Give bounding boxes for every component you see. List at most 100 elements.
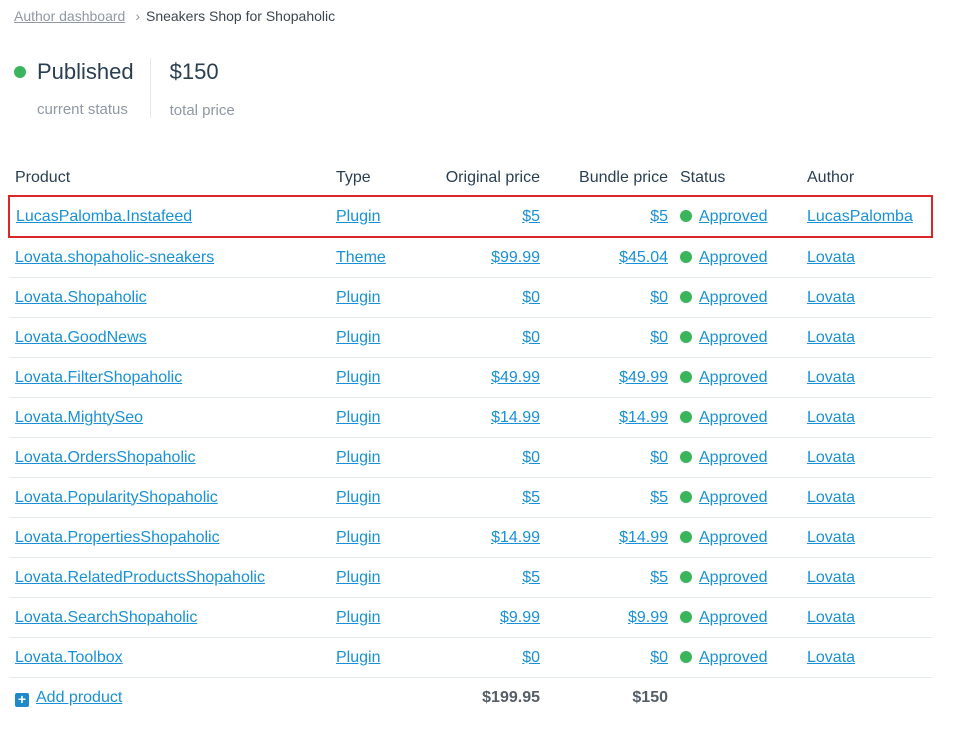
status-link[interactable]: Approved <box>699 409 768 426</box>
author-link[interactable]: Lovata <box>807 289 855 306</box>
status-dot-icon <box>680 490 692 503</box>
status-link[interactable]: Approved <box>699 609 768 626</box>
bundle-price-link[interactable]: $14.99 <box>619 529 668 546</box>
breadcrumb: Author dashboard › Sneakers Shop for Sho… <box>14 8 335 24</box>
type-link[interactable]: Plugin <box>336 529 380 546</box>
type-link[interactable]: Plugin <box>336 208 380 225</box>
product-link[interactable]: LucasPalomba.Instafeed <box>16 208 192 225</box>
bundle-price-cell: $45.04 <box>546 237 674 278</box>
author-link[interactable]: Lovata <box>807 369 855 386</box>
author-cell: Lovata <box>801 477 932 518</box>
product-link[interactable]: Lovata.GoodNews <box>15 329 147 346</box>
table-row: Lovata.SearchShopaholic Plugin $9.99 $9.99 A… <box>9 597 932 638</box>
table-row: Lovata.GoodNews Plugin $0 $0 Approved Lovata <box>9 317 932 358</box>
original-price-link[interactable]: $0 <box>522 329 540 346</box>
bundle-price-link[interactable]: $14.99 <box>619 409 668 426</box>
type-cell: Plugin <box>330 637 434 678</box>
bundle-price-link[interactable]: $49.99 <box>619 369 668 386</box>
status-cell: Approved <box>674 597 801 638</box>
product-link[interactable]: Lovata.Shopaholic <box>15 289 147 306</box>
status-link[interactable]: Approved <box>699 249 768 266</box>
status-link[interactable]: Approved <box>699 529 768 546</box>
original-price-link[interactable]: $14.99 <box>491 409 540 426</box>
status-link[interactable]: Approved <box>699 649 768 666</box>
author-link[interactable]: Lovata <box>807 329 855 346</box>
status-cell: Approved <box>674 437 801 478</box>
status-link[interactable]: Approved <box>699 208 768 225</box>
original-price-link[interactable]: $5 <box>522 489 540 506</box>
add-product-link[interactable]: Add product <box>36 689 122 706</box>
bundle-price-cell: $5 <box>546 477 674 518</box>
original-price-link[interactable]: $0 <box>522 289 540 306</box>
product-cell: Lovata.Shopaholic <box>9 277 330 318</box>
bundle-price-link[interactable]: $0 <box>650 329 668 346</box>
type-link[interactable]: Plugin <box>336 369 380 386</box>
bundle-price-link[interactable]: $0 <box>650 289 668 306</box>
status-link[interactable]: Approved <box>699 449 768 466</box>
author-link[interactable]: Lovata <box>807 249 855 266</box>
original-price-link[interactable]: $0 <box>522 449 540 466</box>
original-price-link[interactable]: $14.99 <box>491 529 540 546</box>
status-link[interactable]: Approved <box>699 329 768 346</box>
author-link[interactable]: Lovata <box>807 649 855 666</box>
author-link[interactable]: Lovata <box>807 489 855 506</box>
type-link[interactable]: Plugin <box>336 329 380 346</box>
type-link[interactable]: Plugin <box>336 489 380 506</box>
status-cell: Approved <box>674 637 801 678</box>
original-price-link[interactable]: $5 <box>522 569 540 586</box>
table-row: Lovata.PropertiesShopaholic Plugin $14.99 $… <box>9 517 932 558</box>
type-link[interactable]: Plugin <box>336 289 380 306</box>
product-cell: Lovata.OrdersShopaholic <box>9 437 330 478</box>
bundle-price-link[interactable]: $9.99 <box>628 609 668 626</box>
breadcrumb-author-dashboard-link[interactable]: Author dashboard <box>14 8 125 24</box>
original-price-link[interactable]: $0 <box>522 649 540 666</box>
author-cell: Lovata <box>801 517 932 558</box>
author-link[interactable]: Lovata <box>807 529 855 546</box>
status-link[interactable]: Approved <box>699 289 768 306</box>
original-price-link[interactable]: $99.99 <box>491 249 540 266</box>
plus-icon[interactable]: + <box>15 692 29 707</box>
status-link[interactable]: Approved <box>699 369 768 386</box>
author-link[interactable]: Lovata <box>807 449 855 466</box>
author-link[interactable]: Lovata <box>807 609 855 626</box>
type-link[interactable]: Theme <box>336 249 386 266</box>
original-price-link[interactable]: $9.99 <box>500 609 540 626</box>
author-link[interactable]: Lovata <box>807 569 855 586</box>
bundle-price-link[interactable]: $5 <box>650 208 668 225</box>
bundle-price-cell: $49.99 <box>546 357 674 398</box>
table-row: Lovata.Toolbox Plugin $0 $0 Approved Lovata <box>9 637 932 678</box>
product-link[interactable]: Lovata.OrdersShopaholic <box>15 449 196 466</box>
status-link[interactable]: Approved <box>699 489 768 506</box>
price-label: total price <box>169 102 235 119</box>
author-link[interactable]: Lovata <box>807 409 855 426</box>
bundle-price-link[interactable]: $5 <box>650 489 668 506</box>
bundle-price-link[interactable]: $5 <box>650 569 668 586</box>
table-row: Lovata.Shopaholic Plugin $0 $0 Approved Lovat… <box>9 277 932 318</box>
product-link[interactable]: Lovata.SearchShopaholic <box>15 609 197 626</box>
status-link[interactable]: Approved <box>699 569 768 586</box>
product-cell: Lovata.PropertiesShopaholic <box>9 517 330 558</box>
original-price-link[interactable]: $5 <box>522 208 540 225</box>
price-stat: $150 total price <box>151 58 235 119</box>
product-link[interactable]: Lovata.FilterShopaholic <box>15 369 182 386</box>
type-cell: Plugin <box>330 277 434 318</box>
product-link[interactable]: Lovata.RelatedProductsShopaholic <box>15 569 265 586</box>
author-link[interactable]: LucasPalomba <box>807 208 913 225</box>
bundle-price-link[interactable]: $0 <box>650 649 668 666</box>
type-cell: Plugin <box>330 477 434 518</box>
type-link[interactable]: Plugin <box>336 609 380 626</box>
type-link[interactable]: Plugin <box>336 569 380 586</box>
product-link[interactable]: Lovata.Toolbox <box>15 649 123 666</box>
original-price-link[interactable]: $49.99 <box>491 369 540 386</box>
type-link[interactable]: Plugin <box>336 649 380 666</box>
product-link[interactable]: Lovata.PropertiesShopaholic <box>15 529 220 546</box>
bundle-price-link[interactable]: $0 <box>650 449 668 466</box>
product-link[interactable]: Lovata.PopularityShopaholic <box>15 489 218 506</box>
bundle-price-link[interactable]: $45.04 <box>619 249 668 266</box>
type-link[interactable]: Plugin <box>336 449 380 466</box>
table-row: Lovata.PopularityShopaholic Plugin $5 $5 App… <box>9 477 932 518</box>
product-link[interactable]: Lovata.MightySeo <box>15 409 143 426</box>
type-link[interactable]: Plugin <box>336 409 380 426</box>
product-link[interactable]: Lovata.shopaholic-sneakers <box>15 249 214 266</box>
header-bundle-price: Bundle price <box>546 160 674 197</box>
